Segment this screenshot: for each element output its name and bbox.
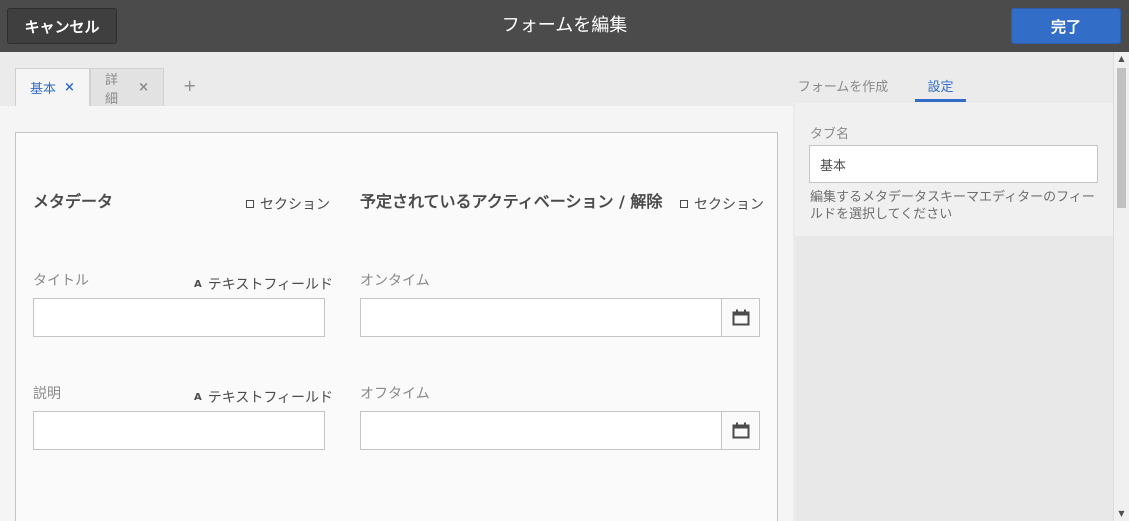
on-time-field-label: オンタイム — [360, 273, 430, 289]
rail-tab-strip: フォームを作成 設定 — [793, 52, 1113, 103]
off-time-datepicker[interactable] — [360, 411, 760, 450]
section-type-label: セクション — [260, 197, 330, 213]
title-field-label: タイトル — [33, 273, 89, 289]
top-bar: キャンセル フォームを編集 完了 — [0, 0, 1129, 52]
text-field-icon: A — [194, 391, 202, 403]
rail-help-text: 編集するメタデータスキーマエディターのフィールドを選択してください — [810, 190, 1095, 222]
vertical-scrollbar[interactable]: ▲ ▼ — [1113, 52, 1129, 521]
tab-settings-panel: タブ名 基本 編集するメタデータスキーマエディターのフィールドを選択してください — [795, 103, 1113, 236]
add-tab-button[interactable]: + — [183, 76, 196, 95]
tab-details-label: 詳細 — [105, 72, 119, 107]
form-canvas: メタデータ セクション タイトル A テキストフィールド 説明 A テキストフィ… — [0, 106, 793, 521]
done-button[interactable]: 完了 — [1011, 8, 1121, 44]
square-icon — [680, 200, 688, 208]
cancel-button[interactable]: キャンセル — [7, 8, 117, 44]
description-input[interactable] — [33, 411, 325, 450]
active-tab-indicator — [915, 99, 966, 102]
calendar-icon — [732, 309, 749, 326]
field-type-label: テキストフィールド — [207, 390, 334, 406]
form-panel: メタデータ セクション タイトル A テキストフィールド 説明 A テキストフィ… — [15, 132, 778, 521]
form-tab-strip: 基本 × 詳細 × + — [0, 52, 793, 107]
field-type-label: テキストフィールド — [207, 277, 334, 293]
scroll-thumb[interactable] — [1117, 68, 1126, 208]
field-type-indicator[interactable]: A テキストフィールド — [194, 274, 333, 294]
tab-name-label: タブ名 — [810, 127, 850, 142]
tab-build-form[interactable]: フォームを作成 — [793, 76, 893, 95]
title-input[interactable] — [33, 298, 325, 337]
calendar-button[interactable] — [721, 299, 759, 336]
on-time-datepicker[interactable] — [360, 298, 760, 337]
section-type-label: セクション — [694, 197, 764, 213]
tab-details[interactable]: 詳細 × — [90, 68, 164, 107]
tab-basic[interactable]: 基本 × — [15, 68, 90, 106]
settings-rail: タブ名 基本 編集するメタデータスキーマエディターのフィールドを選択してください — [795, 103, 1113, 521]
text-field-icon: A — [194, 278, 202, 290]
calendar-icon — [732, 422, 749, 439]
square-icon — [246, 200, 254, 208]
tab-name-input[interactable]: 基本 — [809, 145, 1098, 183]
section-type-indicator[interactable]: セクション — [680, 194, 764, 214]
tab-basic-label: 基本 — [30, 82, 57, 97]
calendar-button[interactable] — [721, 412, 759, 449]
scroll-up-icon[interactable]: ▲ — [1114, 54, 1129, 64]
activation-section-heading[interactable]: 予定されているアクティベーション / 解除 — [360, 188, 662, 212]
metadata-section-heading[interactable]: メタデータ — [33, 188, 113, 212]
section-type-indicator[interactable]: セクション — [246, 194, 330, 214]
close-icon[interactable]: × — [138, 80, 149, 95]
field-type-indicator[interactable]: A テキストフィールド — [194, 387, 333, 407]
close-icon[interactable]: × — [64, 80, 75, 95]
page-title: フォームを編集 — [501, 15, 628, 36]
scroll-down-icon[interactable]: ▼ — [1114, 509, 1129, 519]
tab-settings[interactable]: 設定 — [915, 76, 966, 95]
description-field-label: 説明 — [33, 386, 61, 402]
off-time-field-label: オフタイム — [360, 386, 430, 402]
